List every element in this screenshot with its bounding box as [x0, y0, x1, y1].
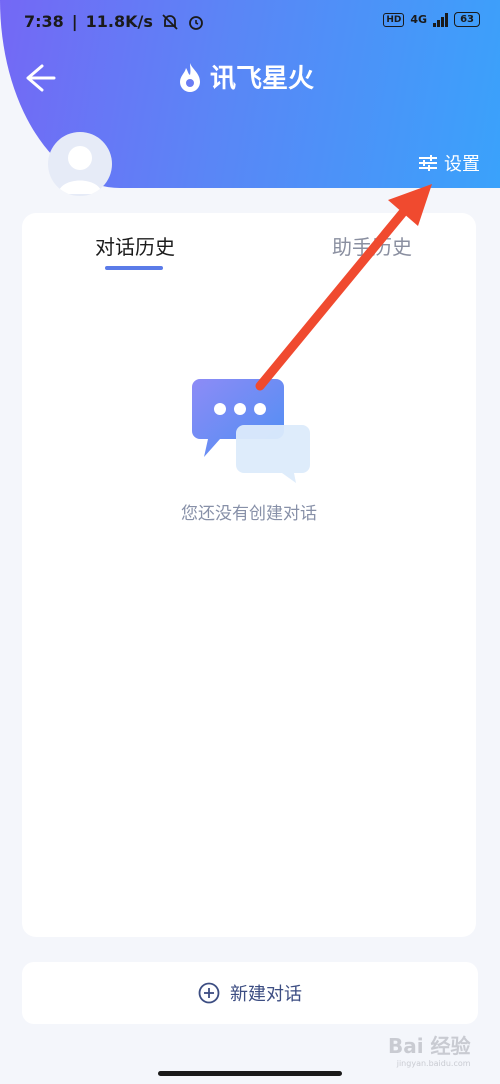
sliders-icon: [419, 155, 437, 171]
hd-badge: HD: [383, 12, 405, 27]
history-card: 对话历史 助手历史 您还没有创建对话: [22, 213, 476, 937]
battery-icon: 63: [454, 12, 480, 27]
app-brand: 讯飞星火: [176, 58, 314, 95]
status-time: 7:38: [24, 12, 64, 31]
watermark-text: Bai 经验: [388, 1034, 471, 1058]
new-chat-label: 新建对话: [230, 984, 302, 1005]
status-left: 7:38 | 11.8K/s: [24, 12, 205, 31]
back-arrow-icon[interactable]: [18, 58, 58, 98]
signal-icon: [433, 12, 449, 27]
user-icon: [58, 146, 102, 194]
plus-circle-icon: [198, 982, 220, 1004]
alarm-icon: [188, 15, 203, 30]
flame-logo-icon: [180, 62, 200, 92]
active-tab-indicator: [105, 266, 163, 270]
status-right: HD 4G 63: [383, 12, 480, 27]
watermark-sub: jingyan.baidu.com: [396, 1059, 471, 1068]
status-speed: 11.8K/s: [85, 12, 153, 31]
settings-label: 设置: [444, 154, 480, 175]
settings-button[interactable]: 设置: [418, 150, 480, 176]
tab-chat-history[interactable]: 对话历史: [95, 231, 175, 260]
baidu-watermark: Bai 经验 jingyan.baidu.com: [388, 1030, 471, 1068]
empty-state-message: 您还没有创建对话: [181, 504, 317, 524]
empty-chat-illustration-icon: [192, 379, 310, 483]
brand-name: 讯飞星火: [210, 64, 315, 94]
status-bar: 7:38 | 11.8K/s HD 4G 63: [0, 0, 500, 44]
tab-assistant-history[interactable]: 助手历史: [332, 231, 412, 260]
network-type: 4G: [410, 13, 428, 26]
avatar[interactable]: [48, 132, 112, 196]
new-chat-button[interactable]: 新建对话: [22, 962, 478, 1024]
status-divider: |: [71, 12, 78, 31]
mute-bell-icon: [162, 13, 178, 30]
home-indicator[interactable]: [158, 1071, 342, 1076]
